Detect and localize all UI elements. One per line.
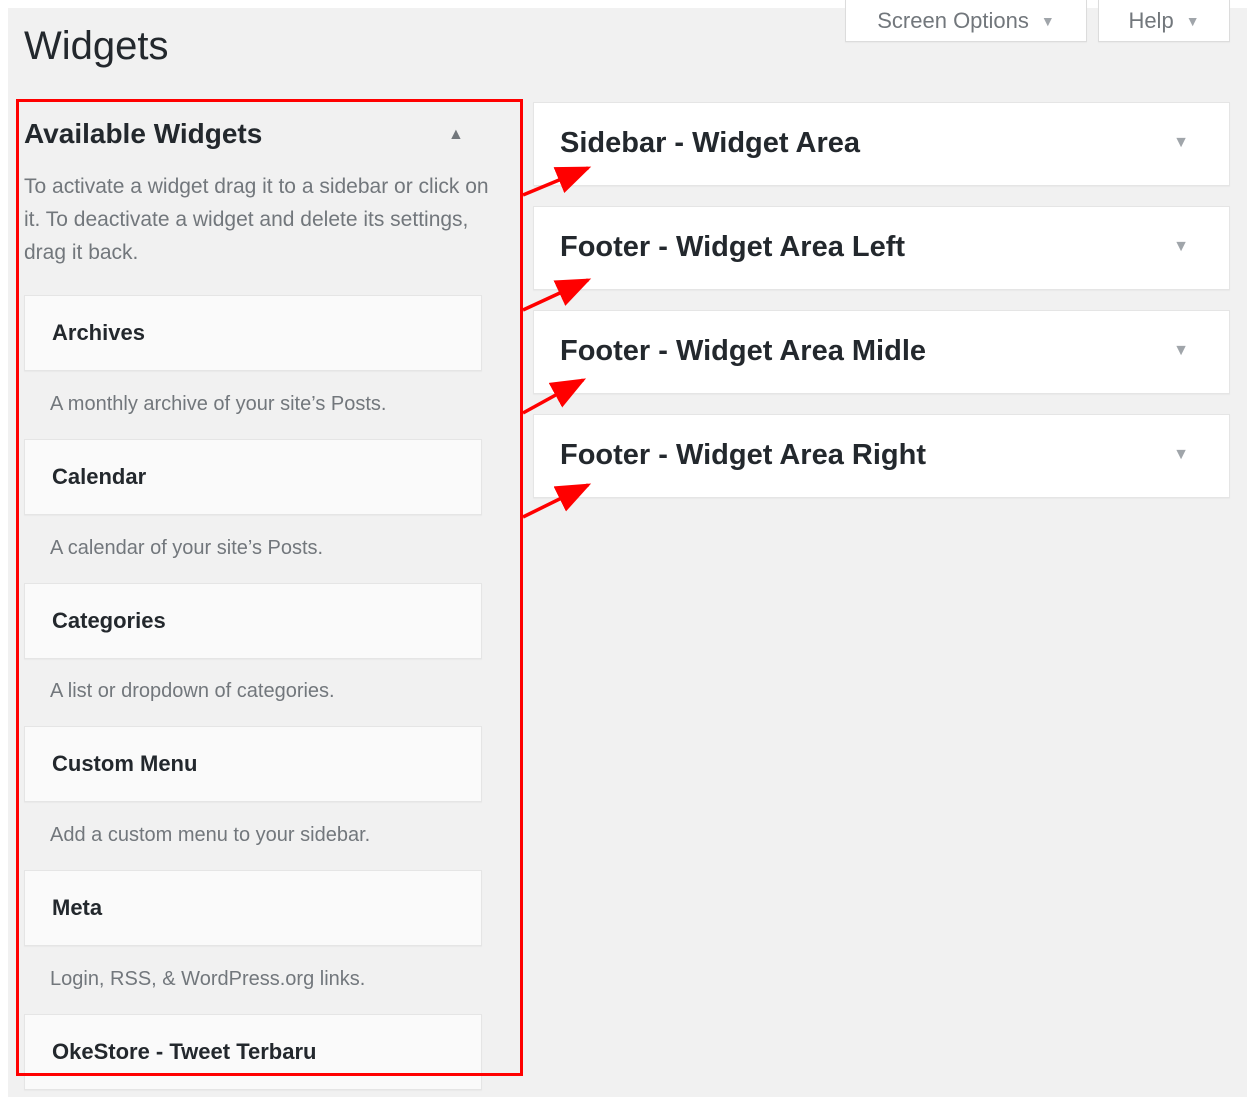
chevron-down-icon[interactable]: ▼ [1173,103,1189,183]
widget-title: Archives [52,320,145,345]
widget-categories[interactable]: Categories [24,583,482,659]
screen-options-button[interactable]: Screen Options ▼ [845,0,1087,42]
sidebar-title: Sidebar - Widget Area [560,127,860,159]
widget-okestore-tweet[interactable]: OkeStore - Tweet Terbaru [24,1014,482,1090]
footer-widget-area-left[interactable]: Footer - Widget Area Left ▼ [533,206,1230,290]
widget-meta[interactable]: Meta [24,870,482,946]
sidebar-widget-area[interactable]: Sidebar - Widget Area ▼ [533,102,1230,186]
sidebar-title: Footer - Widget Area Left [560,231,906,263]
widget-title: OkeStore - Tweet Terbaru [52,1039,317,1064]
footer-widget-area-right[interactable]: Footer - Widget Area Right ▼ [533,414,1230,498]
available-widgets-description: To activate a widget drag it to a sideba… [24,175,489,264]
chevron-down-icon[interactable]: ▼ [1173,311,1189,391]
screen-options-label: Screen Options [877,7,1029,33]
chevron-down-icon: ▼ [1040,12,1055,29]
widget-calendar[interactable]: Calendar [24,439,482,515]
widget-description: A monthly archive of your site’s Posts. [50,393,387,415]
widget-description: A list or dropdown of categories. [50,680,335,702]
widget-title: Custom Menu [52,751,198,776]
widget-title: Calendar [52,464,147,489]
widget-description: Login, RSS, & WordPress.org links. [50,968,366,990]
collapse-arrow-icon[interactable]: ▲ [448,126,464,144]
sidebar-title: Footer - Widget Area Midle [560,335,927,367]
sidebar-title: Footer - Widget Area Right [560,439,926,471]
available-widgets-title: Available Widgets [24,118,263,149]
help-label: Help [1128,7,1174,33]
chevron-down-icon: ▼ [1185,12,1200,29]
widget-archives[interactable]: Archives [24,295,482,371]
footer-widget-area-midle[interactable]: Footer - Widget Area Midle ▼ [533,310,1230,394]
widget-description: Add a custom menu to your sidebar. [50,824,371,846]
page-title: Widgets [24,24,169,68]
chevron-down-icon[interactable]: ▼ [1173,207,1189,287]
widget-title: Categories [52,608,166,633]
chevron-down-icon[interactable]: ▼ [1173,415,1189,495]
widget-description: A calendar of your site’s Posts. [50,537,324,559]
widget-title: Meta [52,895,103,920]
widget-custom-menu[interactable]: Custom Menu [24,726,482,802]
help-button[interactable]: Help ▼ [1098,0,1230,42]
